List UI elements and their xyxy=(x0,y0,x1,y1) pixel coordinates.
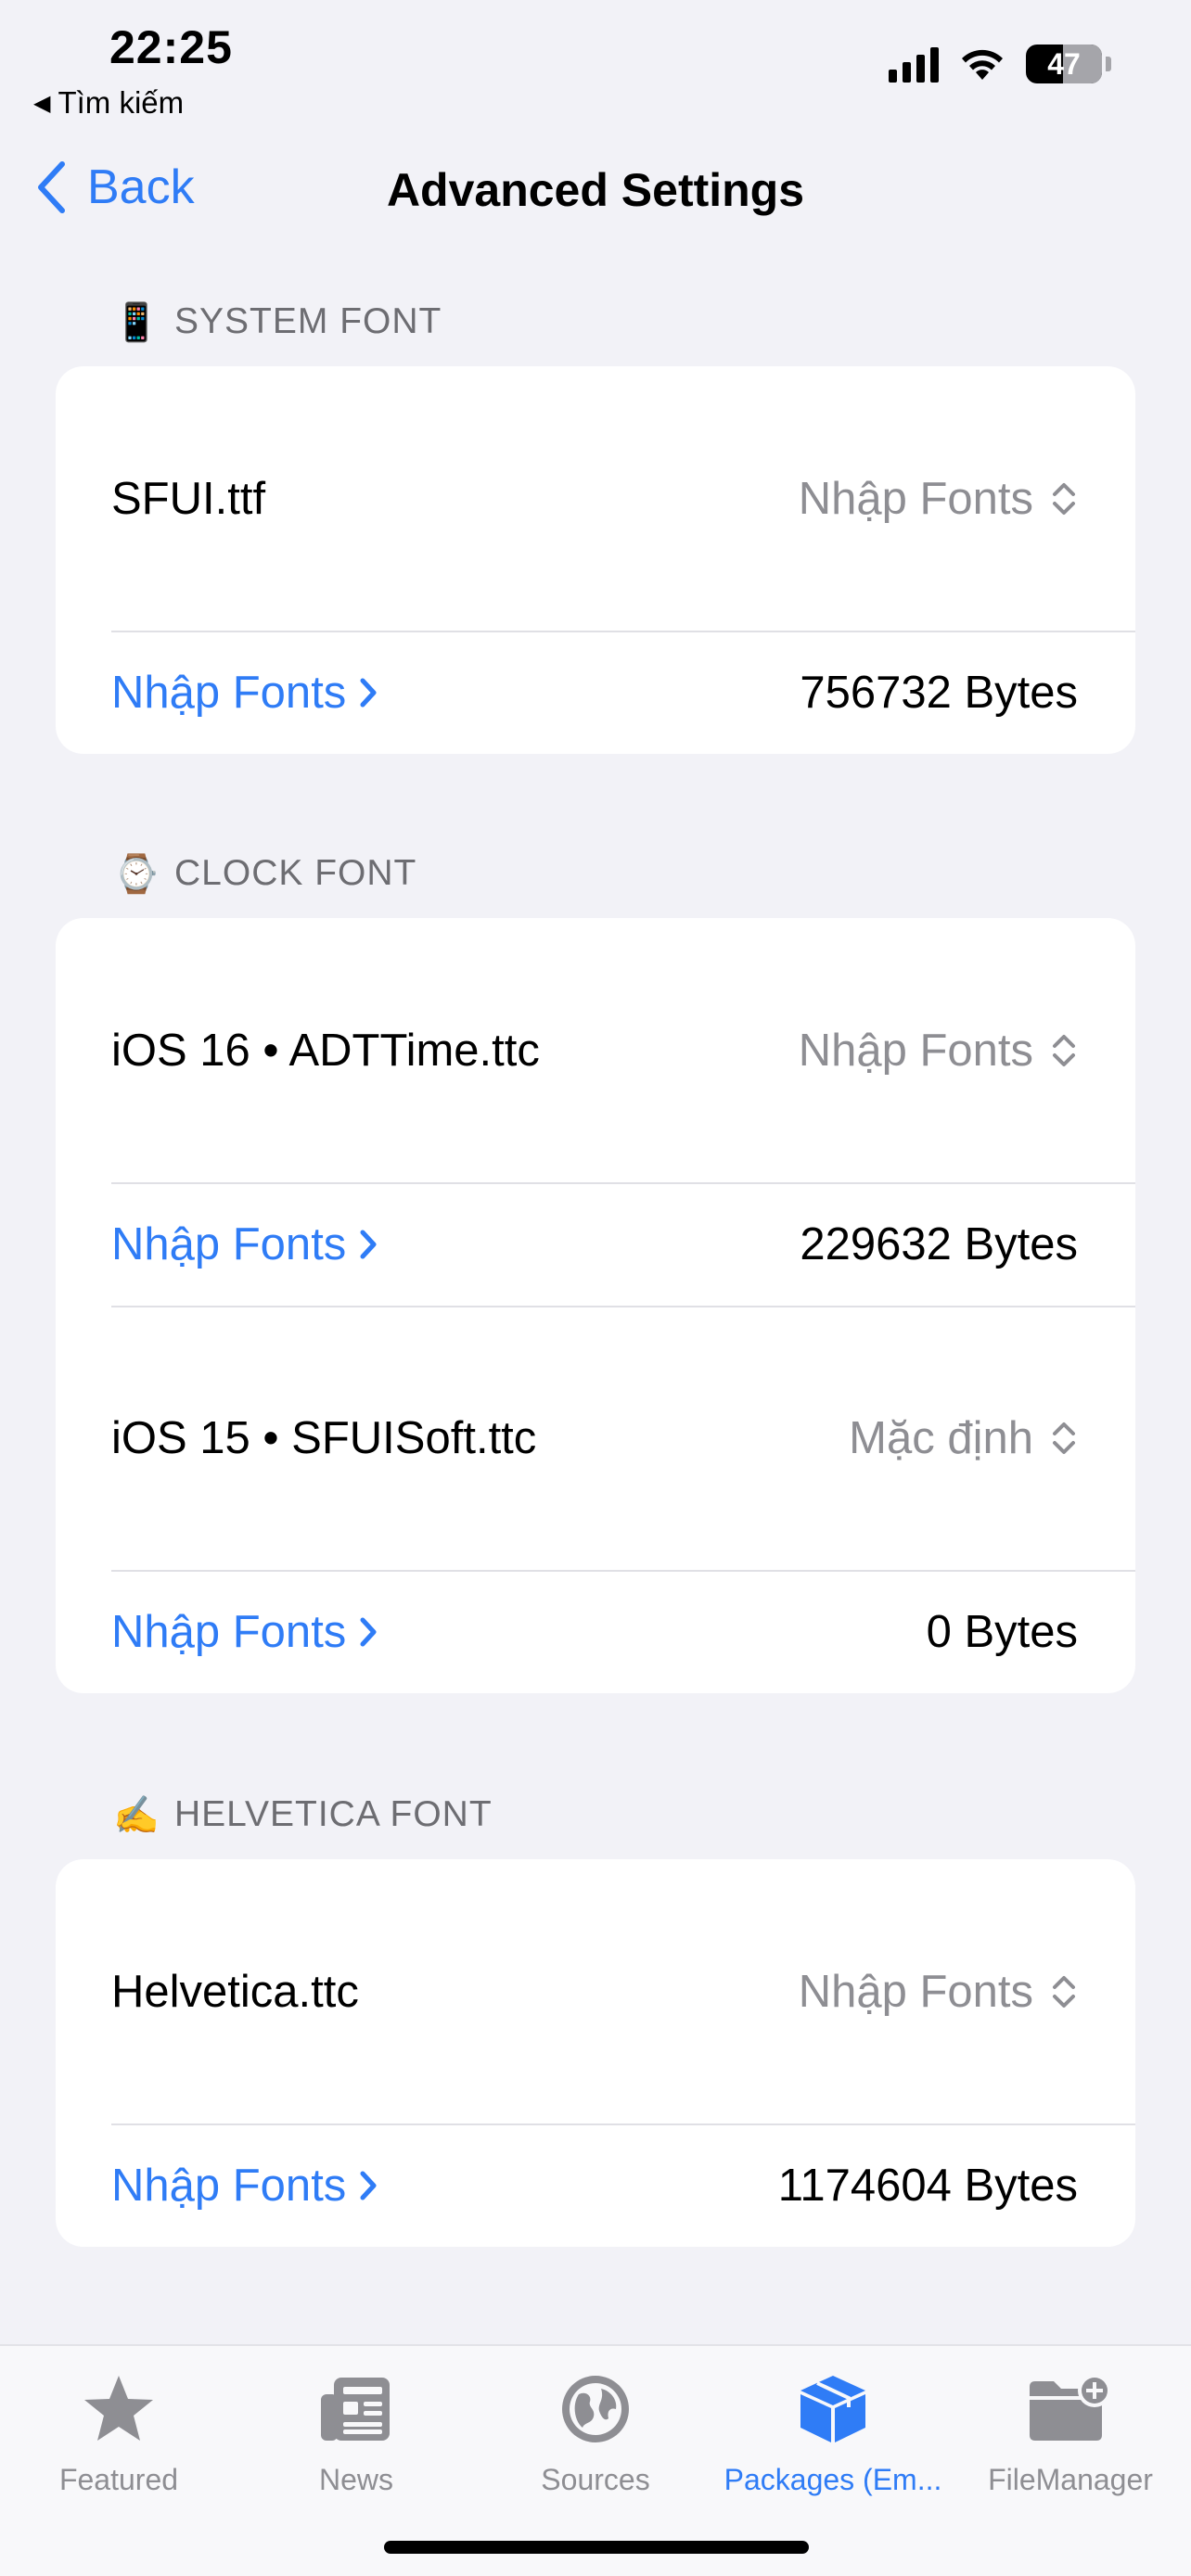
battery-level: 47 xyxy=(1047,46,1081,81)
font-import-row: Nhập Fonts 1174604 Bytes xyxy=(56,2123,1135,2247)
status-time: 22:25 xyxy=(109,21,233,73)
chevron-up-down-icon xyxy=(1053,1422,1075,1454)
section-header-system-font: 📱 SYSTEM FONT xyxy=(113,301,442,343)
star-icon xyxy=(82,2363,156,2455)
folder-add-icon xyxy=(1026,2363,1115,2455)
font-file-name: SFUI.ttf xyxy=(111,473,266,524)
system-font-card: SFUI.ttf Nhập Fonts Nhập Fonts 756732 By… xyxy=(56,366,1135,754)
tab-news[interactable]: News xyxy=(237,2363,475,2497)
font-file-name: iOS 15 • SFUISoft.ttc xyxy=(111,1412,537,1463)
font-row: iOS 15 • SFUISoft.ttc Mặc định xyxy=(56,1306,1135,1570)
chevron-up-down-icon xyxy=(1053,1034,1075,1066)
font-file-name: iOS 16 • ADTTime.ttc xyxy=(111,1025,540,1076)
wifi-icon xyxy=(962,49,1003,80)
font-import-row: Nhập Fonts 0 Bytes xyxy=(56,1570,1135,1693)
screen: 22:25 ◀ Tìm kiếm 47 Back Advanced Settin… xyxy=(0,0,1191,2576)
watch-emoji-icon: ⌚ xyxy=(113,853,160,895)
helvetica-font-card: Helvetica.ttc Nhập Fonts Nhập Fonts 1174… xyxy=(56,1859,1135,2247)
chevron-up-down-icon xyxy=(1053,482,1075,515)
chevron-right-icon xyxy=(360,2171,377,2200)
page-title: Advanced Settings xyxy=(386,164,805,216)
globe-icon xyxy=(558,2363,633,2455)
newspaper-icon xyxy=(319,2363,393,2455)
package-icon xyxy=(797,2363,869,2455)
chevron-right-icon xyxy=(360,678,377,707)
section-header-helvetica-font: ✍️ HELVETICA FONT xyxy=(113,1794,493,1836)
status-icons: 47 xyxy=(889,45,1111,83)
file-size: 229632 Bytes xyxy=(800,1218,1078,1269)
back-triangle-icon: ◀ xyxy=(33,90,51,116)
back-to-app-label: Tìm kiếm xyxy=(58,85,185,120)
font-source-picker[interactable]: Nhập Fonts xyxy=(799,1025,1078,1077)
phone-emoji-icon: 📱 xyxy=(113,301,160,343)
font-source-picker[interactable]: Nhập Fonts xyxy=(799,473,1078,525)
section-header-clock-font: ⌚ CLOCK FONT xyxy=(113,853,417,895)
back-to-app-link[interactable]: ◀ Tìm kiếm xyxy=(33,85,184,121)
font-row: iOS 16 • ADTTime.ttc Nhập Fonts xyxy=(56,918,1135,1182)
cellular-signal-icon xyxy=(889,45,939,83)
clock-font-card: iOS 16 • ADTTime.ttc Nhập Fonts Nhập Fon… xyxy=(56,918,1135,1693)
font-file-name: Helvetica.ttc xyxy=(111,1966,359,2017)
import-fonts-link[interactable]: Nhập Fonts xyxy=(111,667,378,719)
file-size: 756732 Bytes xyxy=(800,667,1078,718)
tab-featured[interactable]: Featured xyxy=(0,2363,237,2497)
home-indicator[interactable] xyxy=(384,2541,809,2554)
import-fonts-link[interactable]: Nhập Fonts xyxy=(111,1606,378,1658)
writing-hand-emoji-icon: ✍️ xyxy=(113,1794,160,1836)
font-row: Helvetica.ttc Nhập Fonts xyxy=(56,1859,1135,2123)
font-import-row: Nhập Fonts 756732 Bytes xyxy=(56,631,1135,754)
font-row: SFUI.ttf Nhập Fonts xyxy=(56,366,1135,631)
chevron-right-icon xyxy=(360,1617,377,1646)
import-fonts-link[interactable]: Nhập Fonts xyxy=(111,1218,378,1270)
tab-filemanager[interactable]: FileManager xyxy=(952,2363,1189,2497)
tab-packages[interactable]: Packages (Em... xyxy=(714,2363,952,2497)
font-source-picker[interactable]: Nhập Fonts xyxy=(799,1966,1078,2018)
font-source-picker[interactable]: Mặc định xyxy=(849,1412,1078,1464)
import-fonts-link[interactable]: Nhập Fonts xyxy=(111,2160,378,2212)
file-size: 1174604 Bytes xyxy=(777,2160,1078,2211)
chevron-up-down-icon xyxy=(1053,1975,1075,2008)
battery-tip xyxy=(1106,57,1111,71)
chevron-right-icon xyxy=(360,1230,377,1258)
battery-icon: 47 xyxy=(1026,45,1102,83)
font-import-row: Nhập Fonts 229632 Bytes xyxy=(56,1182,1135,1306)
file-size: 0 Bytes xyxy=(926,1606,1078,1657)
tab-sources[interactable]: Sources xyxy=(477,2363,714,2497)
